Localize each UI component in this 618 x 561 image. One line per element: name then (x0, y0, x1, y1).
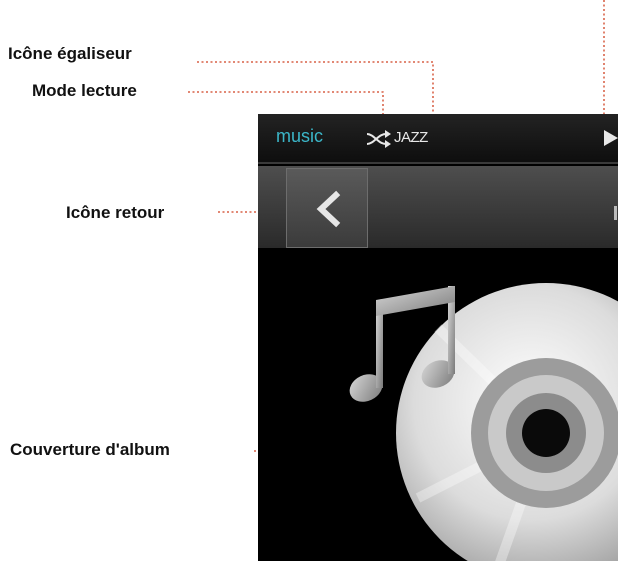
cd-disc-icon (396, 283, 618, 561)
toolbar (258, 166, 618, 248)
app-name: music (276, 126, 324, 146)
device-screen: music JAZZ (258, 114, 618, 561)
play-icon[interactable] (604, 130, 618, 146)
callout-album-cover: Couverture d'album (10, 440, 170, 459)
chevron-left-icon (316, 190, 341, 228)
callout-back: Icône retour (66, 203, 165, 222)
album-cover (349, 283, 618, 561)
callout-equalizer: Icône égaliseur (8, 44, 132, 63)
callout-play-mode: Mode lecture (32, 81, 137, 100)
shuffle-icon[interactable] (366, 130, 392, 148)
back-button[interactable] (286, 168, 368, 248)
leader-equalizer (197, 61, 434, 120)
equalizer-label[interactable]: JAZZ (394, 129, 428, 146)
status-bar: music JAZZ (258, 114, 618, 164)
menu-handle[interactable] (614, 206, 617, 220)
